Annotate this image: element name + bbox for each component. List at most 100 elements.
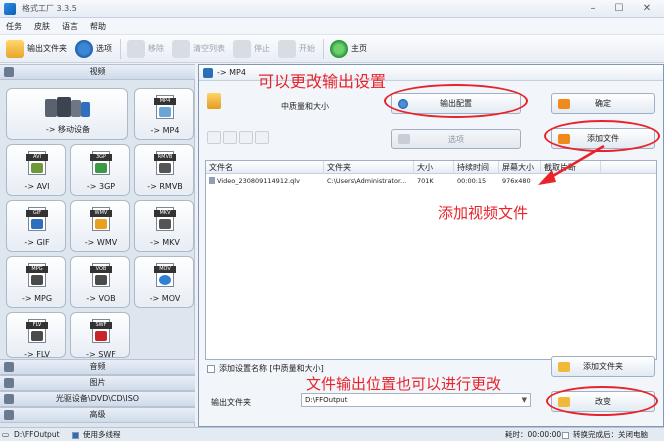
menu-item-tasks[interactable]: 任务 (6, 21, 22, 32)
status-output-path[interactable]: D:\FFOutput (14, 429, 60, 441)
start-button[interactable]: 开始 (278, 39, 315, 58)
quality-label: 中质量和大小 (281, 102, 329, 111)
format-button-avi[interactable]: AVI -> AVI (6, 144, 66, 196)
home-label: 主页 (351, 44, 367, 53)
clear-list-button[interactable]: 清空列表 (172, 39, 225, 58)
output-folder-label: 输出文件夹 (27, 44, 67, 53)
stop-label: 停止 (254, 44, 270, 53)
stop-icon (233, 39, 251, 58)
remove-label: 移除 (148, 44, 164, 53)
format-label: -> FLV (24, 350, 50, 359)
mobile-device-label: -> 移动设备 (45, 125, 91, 134)
mkv-tag: MKV (154, 210, 176, 217)
remove-icon (127, 39, 145, 58)
mov-icon: MOV (154, 263, 176, 287)
mobile-devices-icon (45, 97, 90, 117)
format-button-3gp[interactable]: 3GP -> 3GP (70, 144, 130, 196)
format-label: -> GIF (24, 238, 50, 247)
advanced-category-icon (4, 410, 14, 420)
clip-tool-icon[interactable] (239, 131, 253, 144)
add-setting-name-checkbox[interactable] (207, 364, 215, 373)
cell-folder: C:\Users\Administrator... (327, 177, 407, 185)
remove-button[interactable]: 移除 (127, 39, 164, 58)
options-button-dialog[interactable]: 选项 (391, 129, 521, 149)
format-button-rmvb[interactable]: RMVB -> RMVB (134, 144, 194, 196)
close-button[interactable]: ✕ (634, 2, 660, 15)
play-icon (278, 39, 296, 58)
category-picture[interactable]: 图片 (0, 375, 195, 391)
3gp-icon: 3GP (90, 151, 112, 175)
column-duration[interactable]: 持续时间 (454, 161, 499, 174)
folder-icon (6, 39, 24, 58)
mpg-art (31, 275, 43, 285)
menu-item-skin[interactable]: 皮肤 (34, 21, 50, 32)
ok-button[interactable]: 确定 (551, 93, 655, 114)
app-logo-icon (4, 2, 16, 15)
menu-item-help[interactable]: 帮助 (90, 21, 106, 32)
output-folder-button[interactable]: 输出文件夹 (6, 39, 67, 58)
file-list[interactable]: 文件名 文件夹 大小 持续时间 屏幕大小 截取片断 Video_23080911… (205, 160, 657, 360)
multithread-checkbox[interactable] (72, 431, 79, 439)
status-folder-icon: ▭ (2, 430, 10, 439)
menu-item-language[interactable]: 语言 (62, 21, 78, 32)
mp4-tag: MP4 (154, 98, 176, 105)
flv-tag: FLV (26, 322, 48, 329)
column-size[interactable]: 大小 (414, 161, 454, 174)
add-folder-button[interactable]: 添加文件夹 (551, 356, 655, 377)
clear-icon (172, 39, 190, 58)
format-button-vob[interactable]: VOB -> VOB (70, 256, 130, 308)
after-done-checkbox[interactable] (562, 431, 569, 439)
highlight-ring-output-config (384, 84, 528, 118)
category-video[interactable]: 视频 (0, 64, 195, 80)
format-label: -> RMVB (147, 182, 183, 191)
multithread-label: 使用多线程 (83, 430, 121, 439)
cell-size: 701K (417, 177, 434, 185)
category-advanced[interactable]: 高级 (0, 407, 195, 423)
add-folder-icon (558, 361, 570, 372)
after-done-row[interactable]: 转换完成后：关闭电脑 (562, 429, 648, 441)
format-label: -> MP4 (150, 126, 180, 135)
format-button-wmv[interactable]: WMV -> WMV (70, 200, 130, 252)
format-button-mpg[interactable]: MPG -> MPG (6, 256, 66, 308)
minimize-button[interactable]: – (580, 2, 606, 15)
clip-tool-icon[interactable] (223, 131, 237, 144)
format-button-gif[interactable]: GIF -> GIF (6, 200, 66, 252)
format-button-flv[interactable]: FLV -> FLV (6, 312, 66, 359)
format-label: -> MOV (149, 294, 181, 303)
mkv-icon: MKV (154, 207, 176, 231)
options-button[interactable]: 选项 (75, 39, 112, 58)
home-button[interactable]: 主页 (330, 39, 367, 58)
format-button-swf[interactable]: SWF -> SWF (70, 312, 130, 359)
format-button-mp4[interactable]: MP4 -> MP4 (134, 88, 194, 140)
cell-filename: Video_230809114912.qlv (206, 175, 324, 187)
clip-tool-icon[interactable] (255, 131, 269, 144)
mpg-tag: MPG (26, 266, 48, 273)
output-folder-select[interactable]: D:\FFOutput ▼ (301, 393, 531, 407)
output-folder-field-label: 输出文件夹 (211, 398, 251, 407)
stop-button[interactable]: 停止 (233, 39, 270, 58)
disc-category-icon (4, 394, 14, 404)
multithread-checkbox-row[interactable]: 使用多线程 (72, 429, 121, 441)
mobile-device-button[interactable]: -> 移动设备 (6, 88, 128, 140)
start-label: 开始 (299, 44, 315, 53)
highlight-ring-change (546, 386, 658, 416)
3gp-art (95, 163, 107, 173)
maximize-button[interactable]: ☐ (606, 2, 632, 15)
category-audio[interactable]: 音频 (0, 359, 195, 375)
video-category-icon (4, 67, 14, 77)
title-bar: 格式工厂 3.3.5 – ☐ ✕ (0, 0, 664, 18)
category-rom-device[interactable]: 光驱设备\DVD\CD\ISO (0, 391, 195, 407)
format-button-mov[interactable]: MOV -> MOV (134, 256, 194, 308)
vob-art (95, 275, 107, 285)
options-icon (398, 134, 410, 144)
format-label: -> MKV (150, 238, 180, 247)
column-filename[interactable]: 文件名 (206, 161, 324, 174)
format-button-mkv[interactable]: MKV -> MKV (134, 200, 194, 252)
vob-icon: VOB (90, 263, 112, 287)
gif-icon: GIF (26, 207, 48, 231)
elapsed-time: 耗时：00:00:00 (505, 430, 562, 439)
toolbar: 输出文件夹 选项 移除 清空列表 停止 开始 主页 (0, 35, 664, 63)
column-folder[interactable]: 文件夹 (324, 161, 414, 174)
clip-tool-icon[interactable] (207, 131, 221, 144)
rmvb-tag: RMVB (154, 154, 176, 161)
